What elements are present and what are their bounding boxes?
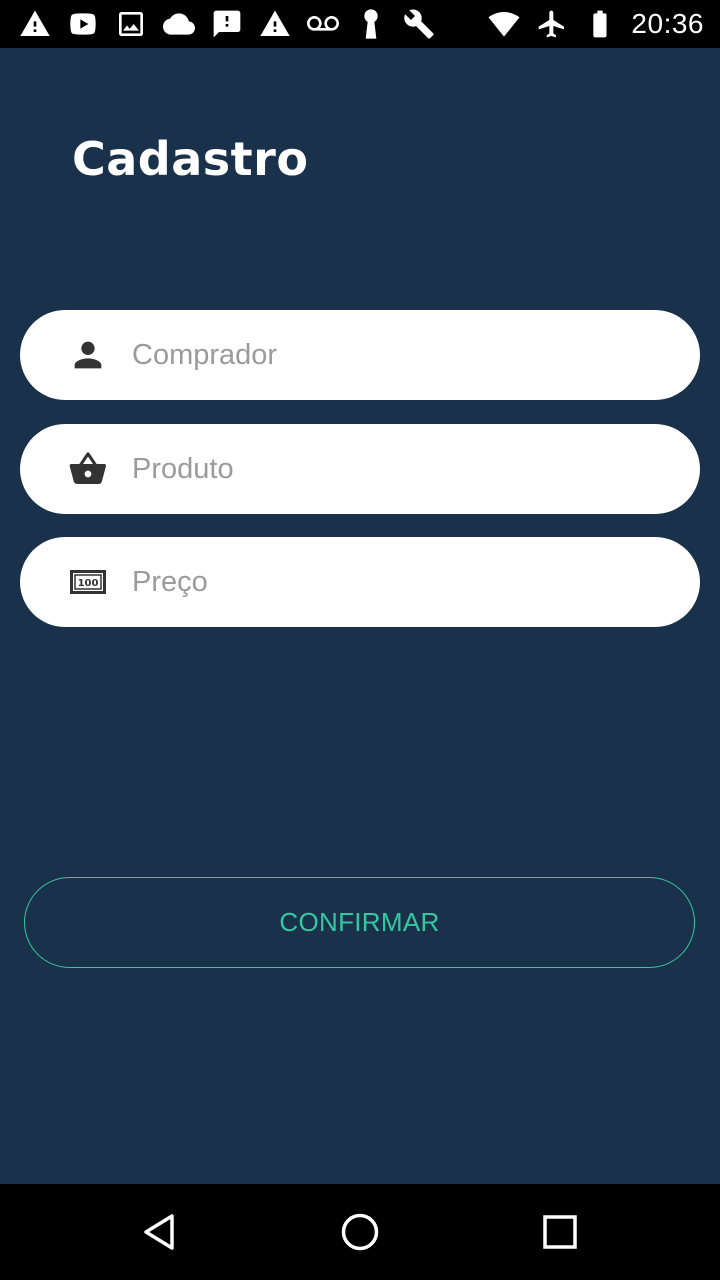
confirm-button[interactable]: CONFIRMAR bbox=[24, 877, 695, 968]
battery-icon bbox=[583, 7, 617, 41]
alert-message-icon bbox=[210, 7, 244, 41]
status-bar: 20:36 bbox=[0, 0, 720, 48]
youtube-icon bbox=[66, 7, 100, 41]
money-bill-icon: 100 bbox=[68, 562, 108, 602]
shopping-basket-icon bbox=[68, 449, 108, 489]
price-field[interactable]: 100 bbox=[20, 537, 700, 627]
buyer-field[interactable] bbox=[20, 310, 700, 400]
phone-screen: 20:36 Cadastro 100 bbox=[0, 0, 720, 1280]
person-icon bbox=[68, 335, 108, 375]
navigation-bar bbox=[0, 1184, 720, 1280]
warning-icon bbox=[258, 7, 292, 41]
product-field[interactable] bbox=[20, 424, 700, 514]
price-input[interactable] bbox=[132, 537, 672, 627]
image-icon bbox=[114, 7, 148, 41]
cloud-icon bbox=[162, 7, 196, 41]
page-title: Cadastro bbox=[72, 132, 309, 186]
product-input[interactable] bbox=[132, 424, 672, 514]
register-screen: Cadastro 100 CONFIRM bbox=[0, 48, 720, 1184]
wrench-icon bbox=[402, 7, 436, 41]
recent-apps-icon[interactable] bbox=[538, 1210, 582, 1254]
buyer-input[interactable] bbox=[132, 310, 672, 400]
wifi-icon bbox=[487, 7, 521, 41]
notification-icons bbox=[18, 0, 436, 48]
back-icon[interactable] bbox=[138, 1210, 182, 1254]
svg-text:100: 100 bbox=[78, 578, 99, 589]
voicemail-icon bbox=[306, 7, 340, 41]
home-icon[interactable] bbox=[338, 1210, 382, 1254]
warning-icon bbox=[18, 7, 52, 41]
system-status: 20:36 bbox=[487, 0, 704, 48]
clock: 20:36 bbox=[631, 8, 704, 39]
airplane-mode-icon bbox=[535, 7, 569, 41]
keyhole-icon bbox=[354, 7, 388, 41]
